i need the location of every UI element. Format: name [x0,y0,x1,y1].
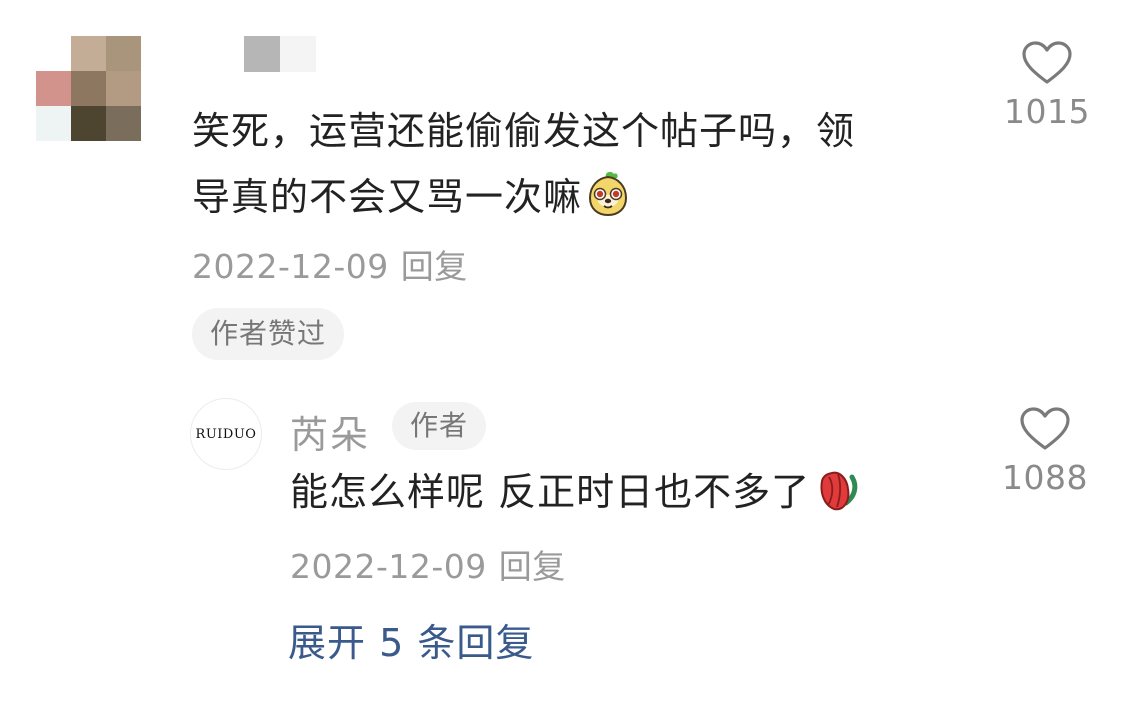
mascot-emoji-icon [584,170,632,238]
comment-text-line-2: 导真的不会又骂一次嘛 [192,164,952,238]
comment-reply-button[interactable]: 回复 [401,247,468,286]
avatar-pixel [36,106,71,141]
username-redacted[interactable] [244,36,316,72]
avatar-pixel [36,71,71,106]
comment-like-count: 1015 [1004,92,1090,131]
username-pixel [244,36,280,72]
heart-icon[interactable] [990,406,1100,452]
avatar-pixel [106,106,141,141]
avatar-pixel [71,71,106,106]
reply-text-content: 能怎么样呢 反正时日也不多了 [290,470,811,514]
avatar[interactable] [36,36,141,141]
username-pixel [280,36,316,72]
comment-text-line-1: 笑死，运营还能偷偷发这个帖子吗，领 [192,109,856,153]
comment-text: 笑死，运营还能偷偷发这个帖子吗，领 导真的不会又骂一次嘛 [192,98,952,238]
reply-avatar[interactable]: RUIDUO [190,398,262,470]
avatar-pixel [71,36,106,71]
comment-meta: 2022-12-09 回复 [192,240,468,288]
reply-like[interactable]: 1088 [990,406,1100,497]
reply-meta: 2022-12-09 回复 [290,540,566,588]
comment-like[interactable]: 1015 [992,40,1102,131]
reply-reply-button[interactable]: 回复 [499,547,566,586]
comment-text-line-2-content: 导真的不会又骂一次嘛 [192,175,583,219]
author-tag-badge: 作者 [392,402,487,450]
reply-like-count: 1088 [1002,458,1088,497]
author-liked-badge: 作者赞过 [192,308,345,360]
comment-date: 2022-12-09 [192,247,389,286]
reply-text: 能怎么样呢 反正时日也不多了 [290,462,862,530]
avatar-pixel [106,36,141,71]
expand-replies-link[interactable]: 展开 5 条回复 [288,612,534,667]
rose-emoji-icon [812,467,862,530]
heart-icon[interactable] [992,40,1102,86]
reply-date: 2022-12-09 [290,547,487,586]
avatar-pixel [71,106,106,141]
reply-username[interactable]: 芮朵 [290,404,370,459]
avatar-pixel [106,71,141,106]
reply-avatar-logo: RUIDUO [195,426,257,442]
